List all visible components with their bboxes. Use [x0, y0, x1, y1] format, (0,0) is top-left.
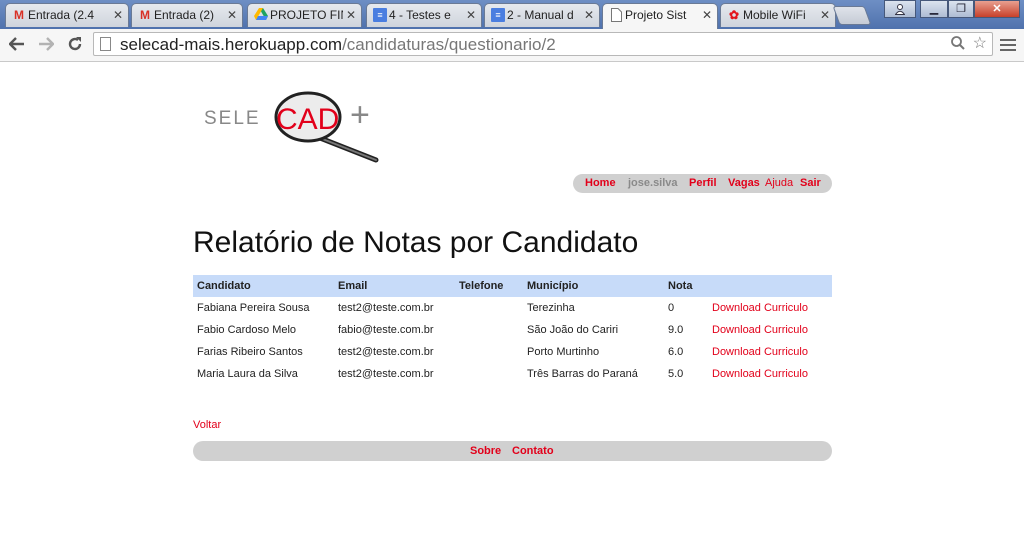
- column-header-municipio: Município: [527, 280, 579, 292]
- browser-tab[interactable]: M Entrada (2) ✕: [131, 3, 243, 27]
- forward-arrow-icon[interactable]: [35, 33, 57, 55]
- browser-tab[interactable]: ≡ 2 - Manual d ✕: [484, 3, 600, 27]
- tab-title: Mobile WiFi: [743, 8, 806, 22]
- cell-candidato: Maria Laura da Silva: [197, 368, 298, 380]
- cell-nota: 5.0: [668, 368, 684, 380]
- table-row: Farias Ribeiro Santos test2@teste.com.br…: [193, 341, 832, 363]
- cell-email: test2@teste.com.br: [338, 346, 434, 358]
- download-curriculo-link[interactable]: Download Curriculo: [712, 297, 808, 319]
- close-tab-icon[interactable]: ✕: [346, 4, 356, 26]
- bookmark-star-icon[interactable]: ☆: [973, 34, 987, 54]
- gmail-icon: M: [140, 8, 150, 22]
- nav-sair-link[interactable]: Sair: [800, 174, 821, 193]
- user-icon[interactable]: [884, 0, 916, 18]
- close-tab-icon[interactable]: ✕: [820, 4, 830, 26]
- svg-text:SELE: SELE: [204, 108, 261, 129]
- window-close-icon[interactable]: ✕: [974, 0, 1020, 18]
- browser-tab[interactable]: M Entrada (2.4 ✕: [5, 3, 129, 27]
- tab-title: 2 - Manual d: [507, 8, 574, 22]
- page-icon: [609, 8, 623, 22]
- cell-municipio: Terezinha: [527, 302, 575, 314]
- cell-nota: 0: [668, 302, 675, 314]
- nav-vagas-link[interactable]: Vagas: [728, 174, 760, 193]
- tab-title: Projeto Sist: [625, 8, 687, 22]
- close-tab-icon[interactable]: ✕: [113, 4, 123, 26]
- tab-title: Entrada (2): [154, 8, 215, 22]
- cell-municipio: Três Barras do Paraná: [527, 368, 638, 380]
- page-icon: [100, 37, 111, 51]
- reload-icon[interactable]: [64, 33, 86, 55]
- top-navigation: Home jose.silva Perfil Vagas Ajuda Sair: [573, 174, 832, 193]
- download-curriculo-link[interactable]: Download Curriculo: [712, 363, 808, 385]
- cell-email: test2@teste.com.br: [338, 302, 434, 314]
- cell-email: test2@teste.com.br: [338, 368, 434, 380]
- footer-contato-link[interactable]: Contato: [512, 441, 554, 461]
- browser-tab[interactable]: ✿ Mobile WiFi ✕: [720, 3, 836, 27]
- cell-nota: 6.0: [668, 346, 684, 358]
- svg-text:+: +: [350, 96, 370, 134]
- browser-tab[interactable]: PROJETO FIN ✕: [247, 3, 362, 27]
- cell-nota: 9.0: [668, 324, 684, 336]
- close-tab-icon[interactable]: ✕: [702, 4, 712, 26]
- table-row: Fabio Cardoso Melo fabio@teste.com.br Sã…: [193, 319, 832, 341]
- table-row: Maria Laura da Silva test2@teste.com.br …: [193, 363, 832, 385]
- close-tab-icon[interactable]: ✕: [584, 4, 594, 26]
- voltar-link[interactable]: Voltar: [193, 418, 221, 432]
- new-tab-button[interactable]: [832, 6, 872, 25]
- column-header-email: Email: [338, 280, 368, 292]
- page-title: Relatório de Notas por Candidato: [193, 226, 639, 259]
- column-header-nota: Nota: [668, 280, 693, 292]
- tab-title: 4 - Testes e: [389, 8, 451, 22]
- cell-candidato: Farias Ribeiro Santos: [197, 346, 303, 358]
- download-curriculo-link[interactable]: Download Curriculo: [712, 319, 808, 341]
- address-bar[interactable]: selecad-mais.herokuapp.com/candidaturas/…: [93, 32, 993, 56]
- restore-icon[interactable]: ❐: [948, 0, 974, 18]
- footer-sobre-link[interactable]: Sobre: [470, 441, 501, 461]
- cell-municipio: Porto Murtinho: [527, 346, 600, 358]
- svg-text:CAD: CAD: [276, 103, 339, 136]
- tab-title: Entrada (2.4: [28, 8, 95, 22]
- close-tab-icon[interactable]: ✕: [227, 4, 237, 26]
- cell-candidato: Fabio Cardoso Melo: [197, 324, 297, 336]
- nav-home-link[interactable]: Home: [585, 174, 616, 193]
- browser-tab-active[interactable]: Projeto Sist ✕: [602, 3, 718, 29]
- drive-icon: [254, 8, 268, 22]
- nav-current-user: jose.silva: [628, 177, 678, 189]
- browser-tab-strip: M Entrada (2.4 ✕ M Entrada (2) ✕ PROJETO…: [0, 0, 1024, 29]
- url-text: selecad-mais.herokuapp.com/candidaturas/…: [120, 35, 556, 54]
- nav-ajuda-link[interactable]: Ajuda: [765, 174, 793, 193]
- cell-municipio: São João do Cariri: [527, 324, 619, 336]
- docs-icon: ≡: [491, 8, 505, 22]
- footer: Sobre Contato: [193, 441, 832, 461]
- column-header-telefone: Telefone: [459, 280, 504, 292]
- browser-toolbar: selecad-mais.herokuapp.com/candidaturas/…: [0, 29, 1024, 62]
- docs-icon: ≡: [373, 8, 387, 22]
- cell-email: fabio@teste.com.br: [338, 324, 434, 336]
- huawei-icon: ✿: [728, 8, 740, 22]
- chrome-menu-icon[interactable]: [1000, 36, 1016, 54]
- back-arrow-icon[interactable]: [6, 33, 28, 55]
- column-header-candidato: Candidato: [197, 280, 251, 292]
- zoom-icon[interactable]: [950, 35, 966, 57]
- table-header: Candidato Email Telefone Município Nota: [193, 275, 832, 297]
- tab-title: PROJETO FIN: [270, 8, 343, 22]
- gmail-icon: M: [14, 8, 24, 22]
- download-curriculo-link[interactable]: Download Curriculo: [712, 341, 808, 363]
- table-row: Fabiana Pereira Sousa test2@teste.com.br…: [193, 297, 832, 319]
- minimize-icon[interactable]: ▁: [920, 0, 948, 18]
- close-tab-icon[interactable]: ✕: [466, 4, 476, 26]
- nav-perfil-link[interactable]: Perfil: [689, 174, 717, 193]
- browser-tab[interactable]: ≡ 4 - Testes e ✕: [366, 3, 482, 27]
- selecad-logo: SELE CAD +: [193, 88, 393, 168]
- cell-candidato: Fabiana Pereira Sousa: [197, 302, 310, 314]
